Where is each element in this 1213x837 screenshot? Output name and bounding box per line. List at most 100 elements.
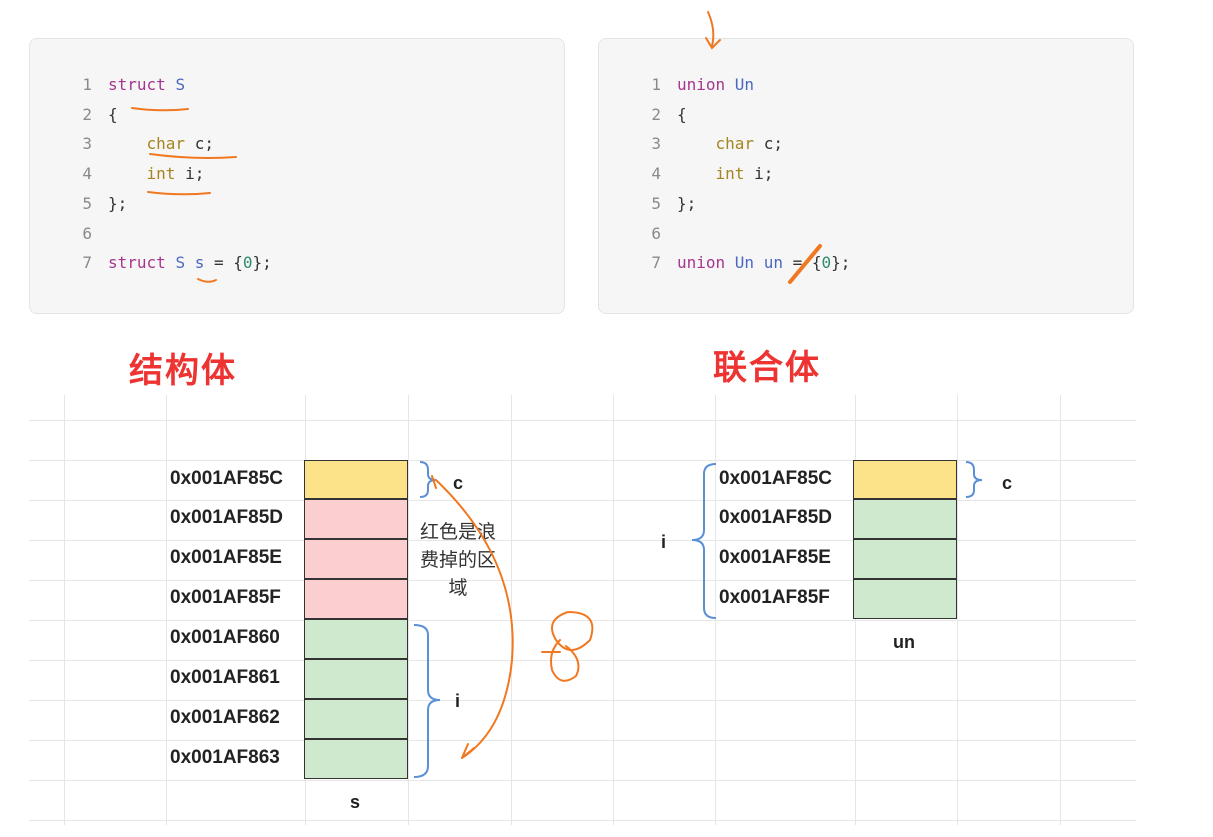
line-number: 6 [651, 223, 661, 243]
union-title: 联合体 [713, 349, 821, 387]
union-memory-byte-cell [853, 539, 957, 579]
grid-line [29, 820, 1136, 821]
union-address-label: 0x001AF85C [719, 468, 833, 489]
grid-line [29, 700, 1136, 701]
struct-memory-byte-cell [304, 499, 408, 539]
struct-code-line: 2{ [30, 103, 118, 127]
grid-line [29, 500, 1136, 501]
code-token: = { [204, 253, 243, 273]
struct-memory-byte-cell [304, 579, 408, 619]
code-token: c; [754, 134, 783, 154]
struct-c-bracket [419, 461, 437, 498]
grid-line [29, 780, 1136, 781]
code-token: char [715, 134, 755, 154]
struct-member-i-label: i [455, 691, 461, 711]
struct-code-line: 5}; [30, 192, 127, 216]
grid-line [1060, 395, 1061, 825]
code-token: { [108, 104, 118, 124]
grid-line [29, 580, 1136, 581]
struct-address-label: 0x001AF863 [170, 747, 280, 768]
waste-note-line-2: 费掉的区 [419, 550, 496, 571]
code-token: }; [252, 253, 272, 273]
struct-memory-byte-cell [304, 539, 408, 579]
struct-i-bracket [413, 624, 441, 778]
code-token: }; [677, 193, 697, 213]
line-number: 6 [82, 223, 92, 243]
grid-line [29, 740, 1136, 741]
code-token: struct [108, 75, 176, 94]
line-number: 4 [651, 164, 661, 184]
waste-note: 红色是浪 费掉的区 域 [412, 519, 504, 603]
union-address-label: 0x001AF85F [719, 587, 830, 608]
code-token: }; [108, 193, 128, 213]
line-number: 4 [82, 164, 92, 184]
code-token: Un [734, 75, 755, 94]
struct-address-label: 0x001AF860 [170, 627, 280, 648]
code-token: char [146, 134, 186, 154]
code-token: S s [175, 253, 205, 273]
code-token: 0 [821, 253, 832, 273]
struct-code-line: 1 struct S [30, 73, 185, 97]
code-token: { [677, 104, 687, 124]
grid-line [957, 395, 958, 825]
struct-code-line: 6 [30, 222, 108, 246]
line-number: 2 [651, 104, 661, 124]
line-number: 3 [651, 134, 661, 154]
struct-code-line: 3 char c; [30, 132, 214, 156]
struct-code-panel: 1 struct S 2{3 char c; 4 int i; 5}; 6 7 struct … [29, 38, 565, 314]
struct-var-name: s [350, 792, 361, 812]
struct-title: 结构体 [129, 352, 237, 390]
code-token: int [146, 164, 176, 184]
grid-line [511, 395, 512, 825]
code-token: struct [108, 253, 176, 273]
struct-memory-byte-cell [304, 699, 408, 739]
union-member-c-label: c [1002, 473, 1013, 493]
union-code-line: 3 char c; [599, 132, 783, 156]
union-var-name: un [893, 632, 915, 652]
code-token: i; [175, 164, 205, 184]
code-token: S [175, 75, 186, 94]
grid-line [29, 540, 1136, 541]
union-code-line: 4 int i; [599, 162, 773, 186]
line-number: 7 [651, 253, 661, 273]
union-memory-byte-cell [853, 579, 957, 619]
struct-address-label: 0x001AF85C [170, 468, 284, 489]
code-token: = { [782, 253, 822, 273]
code-token: Un un [734, 253, 783, 273]
code-token: }; [831, 253, 851, 273]
line-number: 1 [651, 75, 661, 94]
union-address-label: 0x001AF85E [719, 547, 831, 568]
grid-line [29, 460, 1136, 461]
code-token: int [715, 164, 745, 184]
grid-line [408, 395, 409, 825]
struct-memory-byte-cell [304, 659, 408, 699]
union-memory-byte-cell [853, 460, 957, 499]
union-memory-byte-cell [853, 499, 957, 539]
grid-line [166, 395, 167, 825]
waste-note-line-3: 域 [448, 578, 468, 599]
code-token: c; [185, 134, 214, 154]
code-token: union [677, 75, 735, 94]
union-code-line: 5}; [599, 192, 696, 216]
struct-address-label: 0x001AF862 [170, 707, 280, 728]
grid-line [715, 395, 716, 825]
line-number: 1 [82, 75, 92, 94]
grid-line [29, 660, 1136, 661]
union-code-line: 1 union Un [599, 73, 754, 97]
union-member-i-label: i [661, 532, 667, 552]
struct-memory-byte-cell [304, 739, 408, 779]
tick-c [431, 475, 437, 489]
struct-memory-byte-cell [304, 619, 408, 659]
struct-address-label: 0x001AF861 [170, 667, 280, 688]
struct-address-label: 0x001AF85E [170, 547, 282, 568]
struct-memory-byte-cell [304, 460, 408, 499]
union-c-bracket [965, 461, 983, 498]
struct-member-c-label: c [453, 473, 464, 493]
union-code-line: 7 union Un un = {0}; [599, 251, 850, 275]
struct-code-line: 4 int i; [30, 162, 204, 186]
grid-line [29, 620, 1136, 621]
union-code-panel: 1 union Un 2 {3 char c; 4 int i; 5}; 6 7 union U… [598, 38, 1134, 314]
